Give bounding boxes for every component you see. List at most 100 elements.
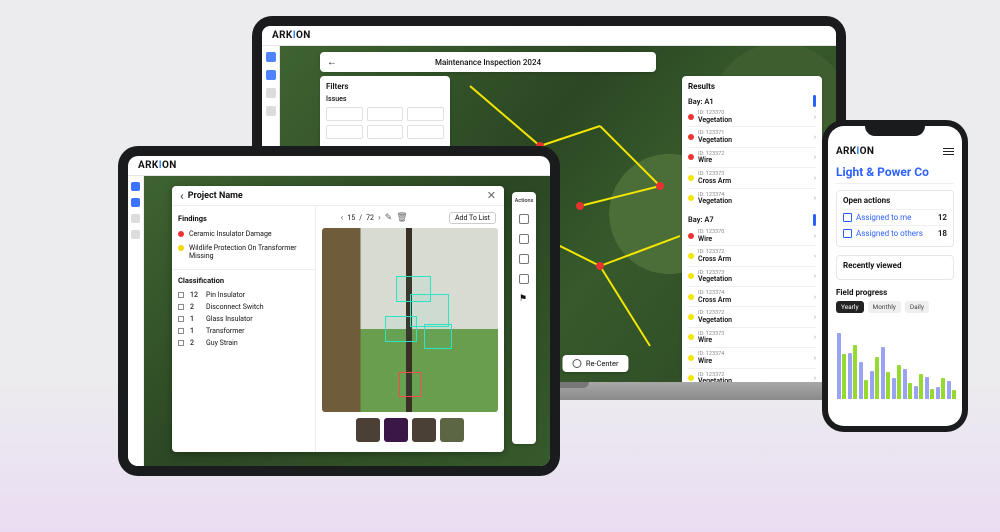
back-button[interactable]: ← bbox=[320, 57, 344, 68]
project-title: Maintenance Inspection 2024 bbox=[344, 58, 632, 67]
filter-cell[interactable] bbox=[326, 125, 363, 139]
action-button[interactable] bbox=[519, 214, 529, 224]
detection-box-alert[interactable] bbox=[399, 372, 420, 398]
status-dot-icon bbox=[688, 195, 694, 201]
action-row[interactable]: Assigned to others 18 bbox=[843, 225, 947, 241]
thumbnail[interactable] bbox=[412, 418, 436, 442]
checkbox-icon[interactable] bbox=[178, 328, 184, 334]
class-row[interactable]: 2Disconnect Switch bbox=[178, 301, 309, 313]
recently-viewed-card[interactable]: Recently viewed bbox=[836, 255, 954, 280]
row-label: Assigned to me bbox=[843, 213, 911, 222]
rail-icon[interactable] bbox=[131, 198, 140, 207]
tab-monthly[interactable]: Monthly bbox=[868, 301, 901, 313]
action-button[interactable] bbox=[519, 234, 529, 244]
result-item[interactable]: ID: 123373Wire› bbox=[688, 328, 816, 348]
edit-icon[interactable]: ✎ bbox=[385, 213, 393, 223]
chevron-right-icon: › bbox=[814, 194, 816, 202]
tab-daily[interactable]: Daily bbox=[905, 301, 929, 313]
rail-icon-home[interactable] bbox=[266, 52, 276, 62]
rail-icon-generic2[interactable] bbox=[266, 106, 276, 116]
close-icon[interactable]: ✕ bbox=[487, 189, 496, 202]
rail-icon[interactable] bbox=[131, 182, 140, 191]
result-item[interactable]: ID: 123373Vegetation› bbox=[688, 267, 816, 287]
rail-icon[interactable] bbox=[131, 230, 140, 239]
logo-suffix: ON bbox=[162, 160, 177, 171]
status-dot-icon bbox=[688, 114, 694, 120]
checkbox-icon[interactable] bbox=[178, 316, 184, 322]
trash-icon[interactable]: 🗑 bbox=[396, 213, 407, 223]
tab-yearly[interactable]: Yearly bbox=[836, 301, 864, 313]
result-item[interactable]: ID: 123370Vegetation› bbox=[688, 107, 816, 127]
rail-icon-generic1[interactable] bbox=[266, 88, 276, 98]
detection-box[interactable] bbox=[424, 324, 452, 350]
tablet-header: ARK I ON bbox=[128, 156, 550, 176]
class-row[interactable]: 1Transformer bbox=[178, 325, 309, 337]
panel-title[interactable]: Project Name bbox=[180, 189, 243, 203]
action-button[interactable] bbox=[519, 274, 529, 284]
status-dot-icon bbox=[688, 253, 694, 259]
result-item[interactable]: ID: 123371Vegetation› bbox=[688, 127, 816, 147]
menu-icon[interactable] bbox=[943, 148, 954, 156]
filter-cell[interactable] bbox=[367, 107, 404, 121]
result-item[interactable]: ID: 123372Vegetation› bbox=[688, 307, 816, 327]
result-item[interactable]: ID: 123372Cross Arm› bbox=[688, 246, 816, 266]
action-button[interactable] bbox=[519, 254, 529, 264]
result-item[interactable]: ID: 123372Vegetation› bbox=[688, 369, 816, 383]
result-item[interactable]: ID: 123372Wire› bbox=[688, 148, 816, 168]
status-dot-icon bbox=[688, 355, 694, 361]
finding-item[interactable]: Wildlife Protection On Transformer Missi… bbox=[178, 241, 309, 263]
chevron-right-icon: › bbox=[814, 174, 816, 182]
flag-icon[interactable]: ⚑ bbox=[519, 294, 529, 304]
inspection-photo[interactable] bbox=[322, 228, 498, 412]
filters-title: Filters bbox=[326, 82, 444, 91]
detection-box[interactable] bbox=[385, 316, 417, 342]
filter-cell[interactable] bbox=[407, 107, 444, 121]
add-to-list-button[interactable]: Add To List bbox=[449, 212, 496, 224]
class-row[interactable]: 12Pin Insulator bbox=[178, 289, 309, 301]
status-dot-icon bbox=[178, 231, 184, 237]
findings-title: Findings bbox=[178, 214, 309, 223]
filter-cell[interactable] bbox=[326, 107, 363, 121]
classification-title: Classification bbox=[178, 276, 309, 285]
result-item[interactable]: ID: 123374Cross Arm› bbox=[688, 287, 816, 307]
filters-section: Issues bbox=[326, 95, 444, 103]
thumbnail[interactable] bbox=[440, 418, 464, 442]
laptop-notch bbox=[508, 16, 590, 26]
rail-icon[interactable] bbox=[131, 214, 140, 223]
thumbnail[interactable] bbox=[384, 418, 408, 442]
chevron-right-icon: › bbox=[814, 374, 816, 382]
class-row[interactable]: 2Guy Strain bbox=[178, 337, 309, 349]
status-dot-icon bbox=[178, 245, 184, 251]
finding-item[interactable]: Ceramic Insulator Damage bbox=[178, 227, 309, 241]
chevron-right-icon: › bbox=[814, 272, 816, 280]
status-dot-icon bbox=[688, 294, 694, 300]
checkbox-icon[interactable] bbox=[178, 292, 184, 298]
logo-suffix: ON bbox=[296, 30, 311, 41]
next-icon[interactable]: › bbox=[378, 213, 381, 223]
actions-rail: Actions ⚑ bbox=[512, 192, 536, 444]
status-dot-icon bbox=[688, 134, 694, 140]
filter-cell[interactable] bbox=[367, 125, 404, 139]
checkbox-icon[interactable] bbox=[178, 304, 184, 310]
logo-prefix: ARK bbox=[272, 30, 293, 41]
bay-accent-icon bbox=[813, 95, 816, 107]
filter-cell[interactable] bbox=[407, 125, 444, 139]
tablet-screen: ARK I ON Project Name ✕ Fin bbox=[128, 156, 550, 466]
rail-icon-layers[interactable] bbox=[266, 70, 276, 80]
field-progress-section: Field progress Yearly Monthly Daily bbox=[836, 288, 954, 399]
pager-current: 15 bbox=[347, 214, 355, 222]
findings-sidebar: Findings Ceramic Insulator Damage Wildli… bbox=[172, 206, 316, 452]
checkbox-icon[interactable] bbox=[178, 340, 184, 346]
result-item[interactable]: ID: 123374Wire› bbox=[688, 348, 816, 368]
chevron-right-icon: › bbox=[814, 354, 816, 362]
recenter-button[interactable]: Re-Center bbox=[563, 355, 629, 372]
result-item[interactable]: ID: 123370Wire› bbox=[688, 226, 816, 246]
result-item[interactable]: ID: 123374Vegetation› bbox=[688, 189, 816, 208]
thumbnail[interactable] bbox=[356, 418, 380, 442]
action-row[interactable]: Assigned to me 12 bbox=[843, 209, 947, 225]
class-row[interactable]: 1Glass Insulator bbox=[178, 313, 309, 325]
tablet-map[interactable]: Project Name ✕ Findings Ceramic Insulato… bbox=[144, 176, 550, 466]
result-item[interactable]: ID: 123373Cross Arm› bbox=[688, 168, 816, 188]
bay-name: Bay: A1 bbox=[688, 97, 714, 106]
prev-icon[interactable]: ‹ bbox=[341, 213, 344, 223]
